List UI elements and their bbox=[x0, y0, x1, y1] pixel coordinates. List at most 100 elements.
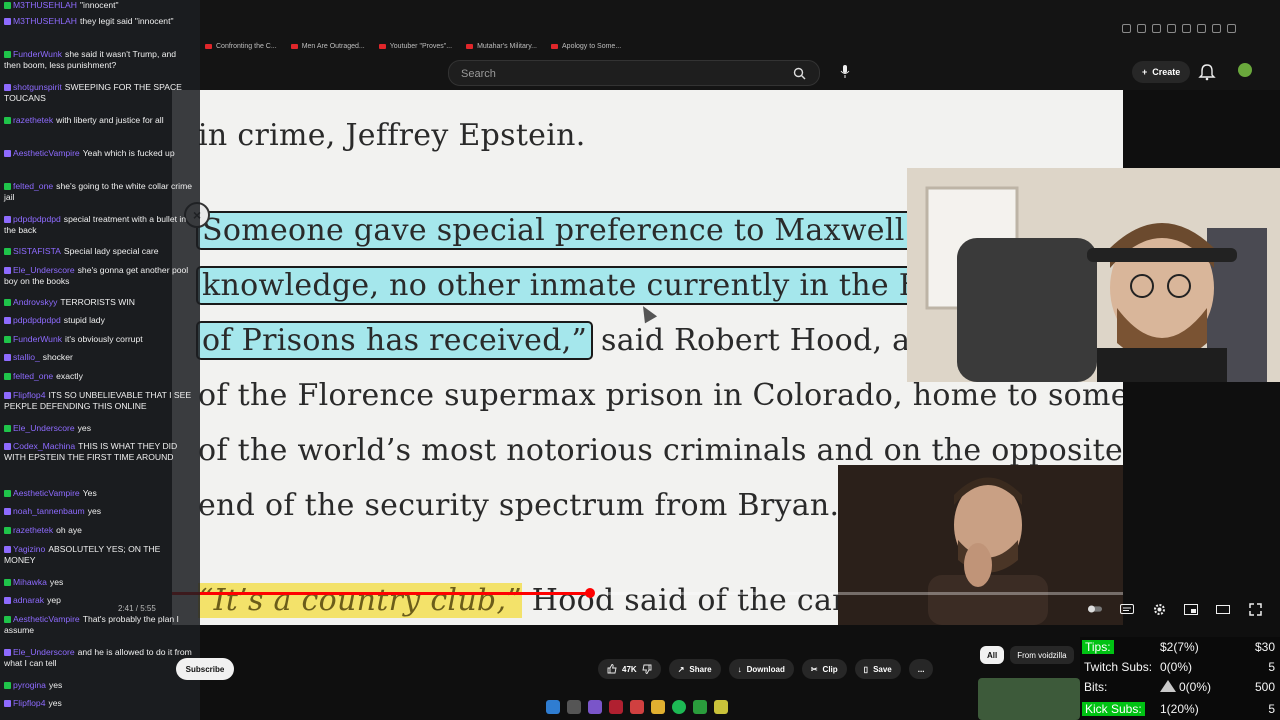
bookmark-item[interactable]: Men Are Outraged... bbox=[290, 40, 365, 52]
chat-username[interactable]: noah_tannenbaum bbox=[13, 506, 85, 516]
chat-username[interactable]: M3THUSEHLAH bbox=[13, 0, 77, 10]
create-button[interactable]: + Create bbox=[1132, 61, 1191, 83]
chat-username[interactable]: FunderWunk bbox=[13, 49, 62, 59]
windows-start-icon[interactable] bbox=[546, 700, 560, 714]
extension-icon[interactable] bbox=[1197, 24, 1206, 33]
bookmark-item[interactable]: Confronting the C... bbox=[205, 40, 277, 52]
search-icon[interactable] bbox=[567, 700, 581, 714]
extension-icon[interactable] bbox=[1167, 24, 1176, 33]
theater-icon bbox=[1216, 604, 1230, 614]
download-icon: ↓ bbox=[737, 664, 742, 674]
folder-icon[interactable] bbox=[651, 700, 665, 714]
chat-username[interactable]: AestheticVampire bbox=[13, 488, 80, 498]
chat-username[interactable]: Ele_Underscore bbox=[13, 265, 75, 275]
chat-username[interactable]: AestheticVampire bbox=[13, 148, 80, 158]
bookmark-item[interactable]: Mutahar's Military... bbox=[466, 40, 537, 52]
chat-username[interactable]: AestheticVampire bbox=[13, 614, 80, 624]
clip-button[interactable]: ✂ Clip bbox=[801, 659, 847, 679]
article-line: “It’s a country club,” Hood said of the … bbox=[198, 583, 861, 618]
extension-icon[interactable] bbox=[1152, 24, 1161, 33]
chat-message: Ele_Underscore yes bbox=[4, 423, 192, 434]
chip-all[interactable]: All bbox=[980, 646, 1005, 664]
chat-username[interactable]: pdpdpdpdpd bbox=[13, 315, 61, 325]
chat-username[interactable]: Flipflop4 bbox=[13, 698, 45, 708]
search-input[interactable] bbox=[459, 61, 783, 87]
app-icon[interactable] bbox=[609, 700, 623, 714]
extension-icon[interactable] bbox=[1182, 24, 1191, 33]
zoom-icon[interactable] bbox=[1122, 24, 1131, 33]
highlighted-quote: of Prisons has received,” bbox=[195, 321, 594, 360]
search-button[interactable] bbox=[779, 61, 819, 85]
bookmark-item[interactable]: Youtuber "Proves"... bbox=[378, 40, 452, 52]
chat-username[interactable]: Flipflop4 bbox=[13, 390, 45, 400]
chat-username[interactable]: stallio_ bbox=[13, 352, 40, 362]
more-actions-button[interactable]: ... bbox=[908, 659, 934, 679]
chat-username[interactable]: Yagizino bbox=[13, 544, 45, 554]
chat-username[interactable]: Codex_Machina bbox=[13, 441, 75, 451]
chat-message: Codex_Machina THIS IS WHAT THEY DID WITH … bbox=[4, 441, 192, 462]
sub-badge-icon bbox=[4, 299, 11, 306]
save-button[interactable]: ▯ Save bbox=[854, 659, 901, 679]
browser-icon[interactable] bbox=[630, 700, 644, 714]
download-button[interactable]: ↓ Download bbox=[728, 659, 794, 679]
like-button[interactable]: 47K bbox=[598, 659, 661, 679]
chat-username[interactable]: razethetek bbox=[13, 525, 53, 535]
chat-username[interactable]: felted_one bbox=[13, 371, 53, 381]
chat-username[interactable]: FunderWunk bbox=[13, 334, 62, 344]
chat-username[interactable]: Ele_Underscore bbox=[13, 423, 75, 433]
account-avatar[interactable] bbox=[1238, 63, 1252, 77]
chip-from-channel[interactable]: From voidzilla bbox=[1010, 646, 1074, 664]
chat-username[interactable]: pyrogina bbox=[13, 680, 46, 690]
voice-search-button[interactable] bbox=[835, 62, 855, 82]
extension-icon[interactable] bbox=[1212, 24, 1221, 33]
chat-message: pyrogina yes bbox=[4, 680, 192, 691]
sub-badge-icon bbox=[4, 84, 11, 91]
chat-username[interactable]: shotgunspirit bbox=[13, 82, 62, 92]
chat-username[interactable]: pdpdpdpdpd bbox=[13, 214, 61, 224]
chat-username[interactable]: SISTAFISTA bbox=[13, 246, 61, 256]
autoplay-toggle[interactable] bbox=[1088, 602, 1102, 616]
spotify-icon[interactable] bbox=[672, 700, 686, 714]
theater-mode-button[interactable] bbox=[1216, 602, 1230, 616]
highlighted-quote: Someone gave special preference to Maxwe… bbox=[196, 211, 933, 250]
miniplayer-button[interactable] bbox=[1184, 602, 1198, 616]
chat-username[interactable]: felted_one bbox=[13, 181, 53, 191]
bookmark-item[interactable]: Apology to Some... bbox=[551, 40, 621, 52]
share-button[interactable]: ↗ Share bbox=[668, 659, 721, 679]
chat-username[interactable]: Androvskyy bbox=[13, 297, 57, 307]
chat-text: exactly bbox=[56, 371, 83, 381]
sub-badge-icon bbox=[4, 373, 11, 380]
app-icon[interactable] bbox=[588, 700, 602, 714]
extension-icon[interactable] bbox=[1227, 24, 1236, 33]
chat-username[interactable]: Mihawka bbox=[13, 577, 47, 587]
sub-badge-icon bbox=[4, 616, 11, 623]
thumbs-down-icon[interactable] bbox=[642, 664, 652, 674]
chat-text: it's obviously corrupt bbox=[65, 334, 143, 344]
chat-username[interactable]: M3THUSEHLAH bbox=[13, 16, 77, 26]
progress-fill bbox=[172, 592, 591, 595]
settings-button[interactable] bbox=[1152, 602, 1166, 616]
subscribe-button[interactable]: Subscribe bbox=[176, 658, 234, 680]
sub-badge-icon bbox=[4, 425, 11, 432]
player-controls bbox=[1088, 602, 1262, 616]
xbox-icon[interactable] bbox=[693, 700, 707, 714]
subtitles-button[interactable] bbox=[1120, 602, 1134, 616]
video-progress-bar[interactable] bbox=[172, 588, 1123, 598]
youtube-icon bbox=[205, 43, 212, 49]
extension-icon[interactable] bbox=[1137, 24, 1146, 33]
chat-message: razethetek with liberty and justice for a… bbox=[4, 115, 192, 126]
app-icon[interactable] bbox=[714, 700, 728, 714]
article-line: Someone gave special preference to Maxwe… bbox=[196, 211, 933, 250]
sub-badge-icon bbox=[4, 216, 11, 223]
notifications-icon[interactable] bbox=[1198, 63, 1216, 81]
chat-panel: M3THUSEHLAH "innocent" M3THUSEHLAH they leg… bbox=[0, 0, 200, 720]
chat-text: Yes bbox=[82, 488, 97, 498]
chat-username[interactable]: Ele_Underscore bbox=[13, 647, 75, 657]
related-video-thumbnail[interactable] bbox=[978, 678, 1080, 720]
sub-badge-icon bbox=[4, 317, 11, 324]
chat-message: adnarak yep bbox=[4, 595, 192, 606]
fullscreen-button[interactable] bbox=[1248, 602, 1262, 616]
chat-username[interactable]: adnarak bbox=[13, 595, 44, 605]
chat-message: Androvskyy TERRORISTS WIN bbox=[4, 297, 192, 308]
chat-username[interactable]: razethetek bbox=[13, 115, 53, 125]
